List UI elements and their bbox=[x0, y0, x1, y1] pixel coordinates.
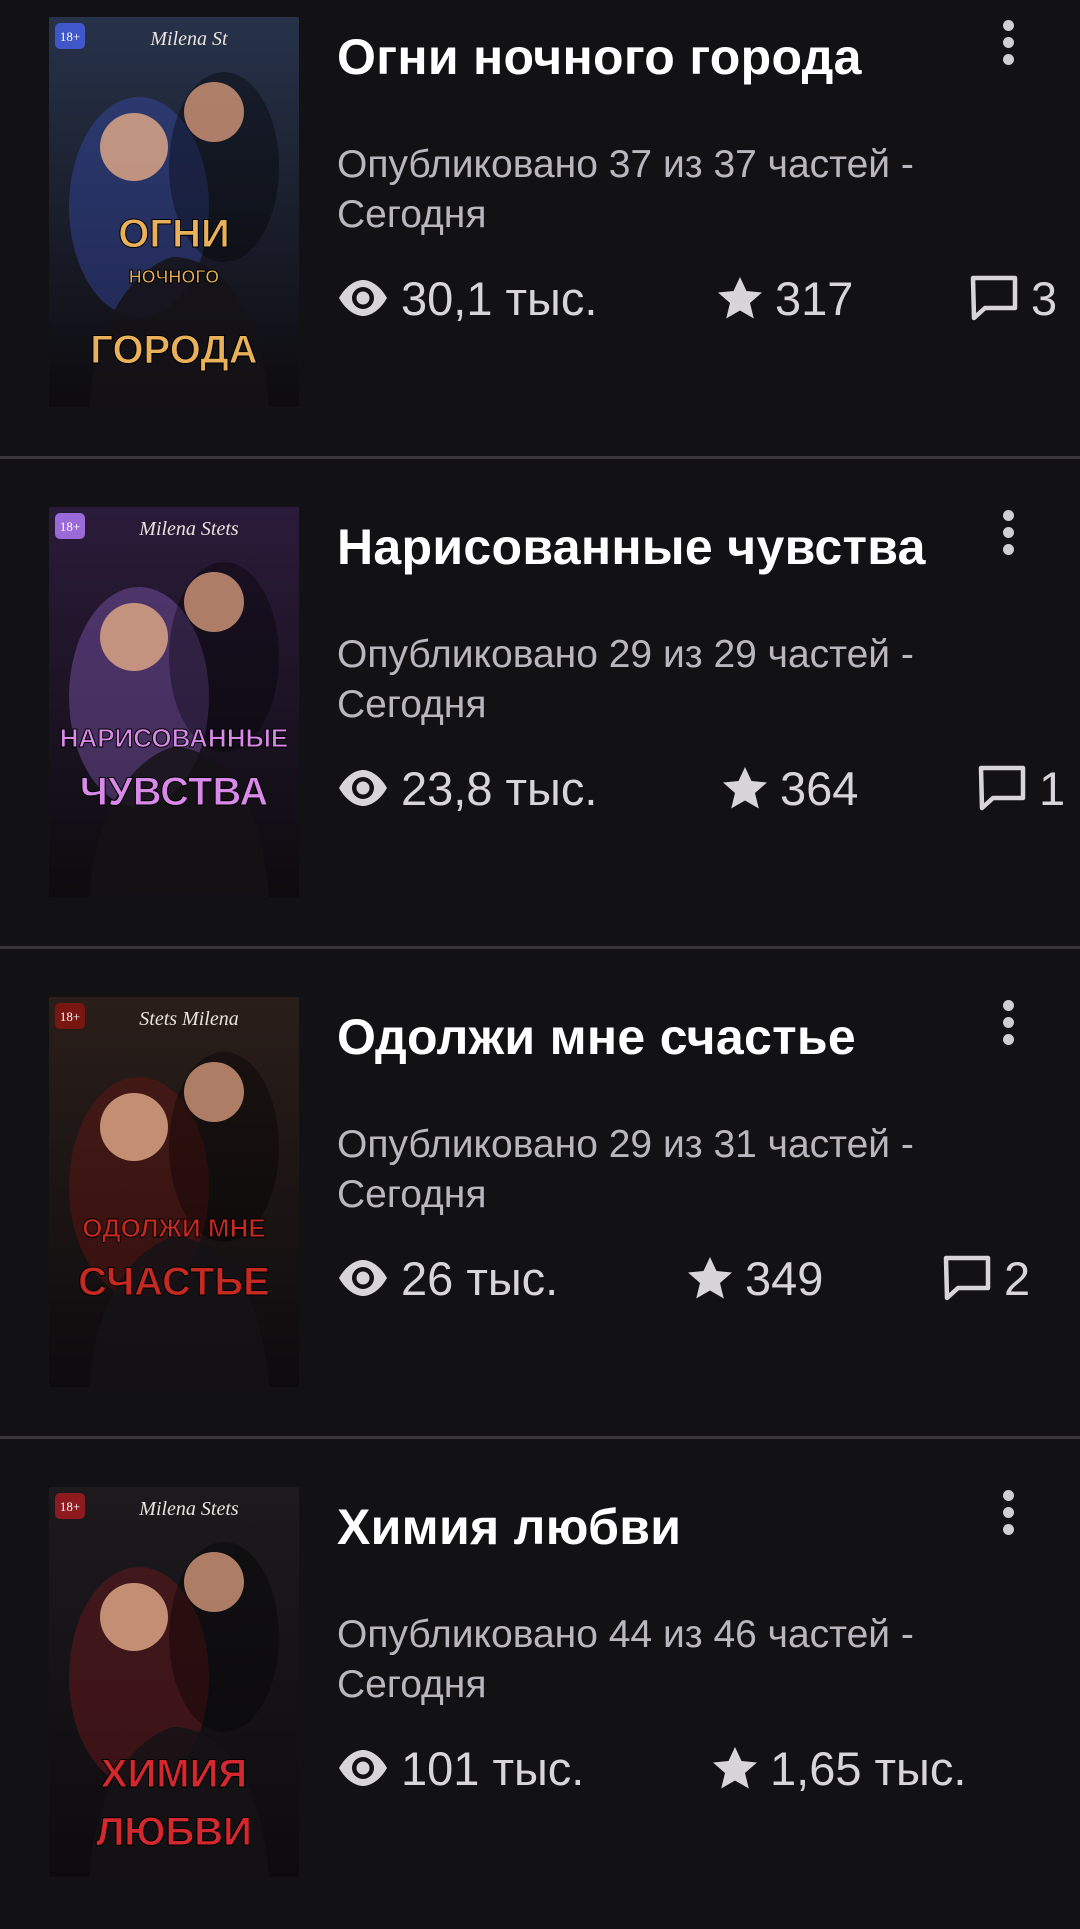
story-card[interactable]: 18+ Stets Milena ОДОЛЖИ МНЕ СЧАСТЬЕ Одолжи м… bbox=[0, 980, 1080, 1439]
comment-icon bbox=[942, 1254, 992, 1302]
comments-stat-count: 1 bbox=[1039, 761, 1066, 815]
story-card[interactable]: 18+ Milena Stets ХИМИЯ ЛЮБВИ Химия любви Опуб… bbox=[0, 1470, 1080, 1929]
story-list: 18+ Milena St ОГНИ НОЧНОГО ГОРОДА Огни ночног… bbox=[0, 0, 1080, 1929]
cover-title-line: НАРИСОВАННЫЕ bbox=[60, 723, 289, 753]
comment-icon bbox=[969, 274, 1019, 322]
more-vertical-icon[interactable] bbox=[990, 992, 1026, 1052]
votes-stat: 317 bbox=[717, 268, 853, 328]
svg-text:18+: 18+ bbox=[60, 519, 80, 534]
svg-text:Milena Stets: Milena Stets bbox=[138, 1498, 239, 1520]
svg-text:18+: 18+ bbox=[60, 1009, 80, 1024]
more-vertical-icon[interactable] bbox=[990, 12, 1026, 72]
star-icon bbox=[722, 766, 768, 810]
star-icon bbox=[687, 1256, 733, 1300]
cover-title-line: ЛЮБВИ bbox=[96, 1810, 252, 1854]
cover-title-line: ГОРОДА bbox=[90, 328, 257, 372]
story-cover-image[interactable]: 18+ Milena St ОГНИ НОЧНОГО ГОРОДА bbox=[49, 17, 299, 407]
votes-stat-count: 349 bbox=[745, 1251, 824, 1305]
svg-text:Stets Milena: Stets Milena bbox=[139, 1008, 238, 1030]
list-divider bbox=[0, 1436, 1080, 1439]
story-publish-status: Опубликовано 29 из 29 частей - Сегодня bbox=[337, 633, 914, 726]
votes-stat-count: 317 bbox=[775, 271, 854, 325]
more-vertical-icon[interactable] bbox=[990, 502, 1026, 562]
eye-icon bbox=[337, 278, 389, 318]
views-stat-count: 26 тыс. bbox=[401, 1251, 559, 1305]
story-card[interactable]: 18+ Milena Stets НАРИСОВАННЫЕ ЧУВСТВА Нарисо… bbox=[0, 490, 1080, 949]
story-stats: 30,1 тыс. 317 3 bbox=[337, 268, 1080, 328]
views-stat: 26 тыс. bbox=[337, 1248, 558, 1308]
star-icon bbox=[717, 276, 763, 320]
votes-stat-count: 364 bbox=[780, 761, 859, 815]
votes-stat-count: 1,65 тыс. bbox=[770, 1741, 967, 1795]
eye-icon bbox=[337, 768, 389, 808]
cover-title-line: ЧУВСТВА bbox=[80, 770, 268, 814]
views-stat-count: 30,1 тыс. bbox=[401, 271, 598, 325]
comments-stat: 1 bbox=[977, 758, 1065, 818]
comments-stat: 3 bbox=[969, 268, 1057, 328]
story-cover-image[interactable]: 18+ Milena Stets НАРИСОВАННЫЕ ЧУВСТВА bbox=[49, 507, 299, 897]
views-stat-count: 23,8 тыс. bbox=[401, 761, 598, 815]
list-divider bbox=[0, 946, 1080, 949]
eye-icon bbox=[337, 1748, 389, 1788]
list-divider bbox=[0, 456, 1080, 459]
story-title[interactable]: Химия любви bbox=[337, 1498, 977, 1556]
svg-text:Milena Stets: Milena Stets bbox=[138, 518, 239, 540]
views-stat: 23,8 тыс. bbox=[337, 758, 597, 818]
eye-icon bbox=[337, 1258, 389, 1298]
comments-stat-count: 2 bbox=[1004, 1251, 1031, 1305]
comments-stat: 2 bbox=[942, 1248, 1030, 1308]
svg-text:Milena St: Milena St bbox=[149, 28, 228, 50]
svg-text:18+: 18+ bbox=[60, 29, 80, 44]
story-cover-image[interactable]: 18+ Stets Milena ОДОЛЖИ МНЕ СЧАСТЬЕ bbox=[49, 997, 299, 1387]
views-stat: 30,1 тыс. bbox=[337, 268, 597, 328]
comment-icon bbox=[977, 764, 1027, 812]
cover-title-line: ХИМИЯ bbox=[101, 1752, 247, 1796]
votes-stat: 349 bbox=[687, 1248, 823, 1308]
story-title[interactable]: Нарисованные чувства bbox=[337, 518, 977, 576]
cover-title-line: ОДОЛЖИ МНЕ bbox=[82, 1213, 265, 1243]
star-icon bbox=[712, 1746, 758, 1790]
svg-text:18+: 18+ bbox=[60, 1499, 80, 1514]
story-title[interactable]: Огни ночного города bbox=[337, 28, 977, 86]
story-publish-status: Опубликовано 44 из 46 частей - Сегодня bbox=[337, 1613, 914, 1706]
story-card[interactable]: 18+ Milena St ОГНИ НОЧНОГО ГОРОДА Огни ночног… bbox=[0, 0, 1080, 459]
cover-title-line: ОГНИ bbox=[118, 212, 229, 256]
cover-title-line: НОЧНОГО bbox=[129, 267, 220, 287]
more-vertical-icon[interactable] bbox=[990, 1482, 1026, 1542]
views-stat-count: 101 тыс. bbox=[401, 1741, 585, 1795]
votes-stat: 1,65 тыс. bbox=[712, 1738, 966, 1798]
story-stats: 101 тыс. 1,65 тыс. bbox=[337, 1738, 1080, 1798]
story-cover-image[interactable]: 18+ Milena Stets ХИМИЯ ЛЮБВИ bbox=[49, 1487, 299, 1877]
views-stat: 101 тыс. bbox=[337, 1738, 584, 1798]
cover-title-line: СЧАСТЬЕ bbox=[78, 1260, 270, 1304]
comments-stat-count: 3 bbox=[1031, 271, 1058, 325]
story-publish-status: Опубликовано 29 из 31 частей - Сегодня bbox=[337, 1123, 914, 1216]
story-stats: 23,8 тыс. 364 1 bbox=[337, 758, 1080, 818]
story-title[interactable]: Одолжи мне счастье bbox=[337, 1008, 977, 1066]
story-publish-status: Опубликовано 37 из 37 частей - Сегодня bbox=[337, 143, 914, 236]
story-stats: 26 тыс. 349 2 bbox=[337, 1248, 1080, 1308]
votes-stat: 364 bbox=[722, 758, 858, 818]
